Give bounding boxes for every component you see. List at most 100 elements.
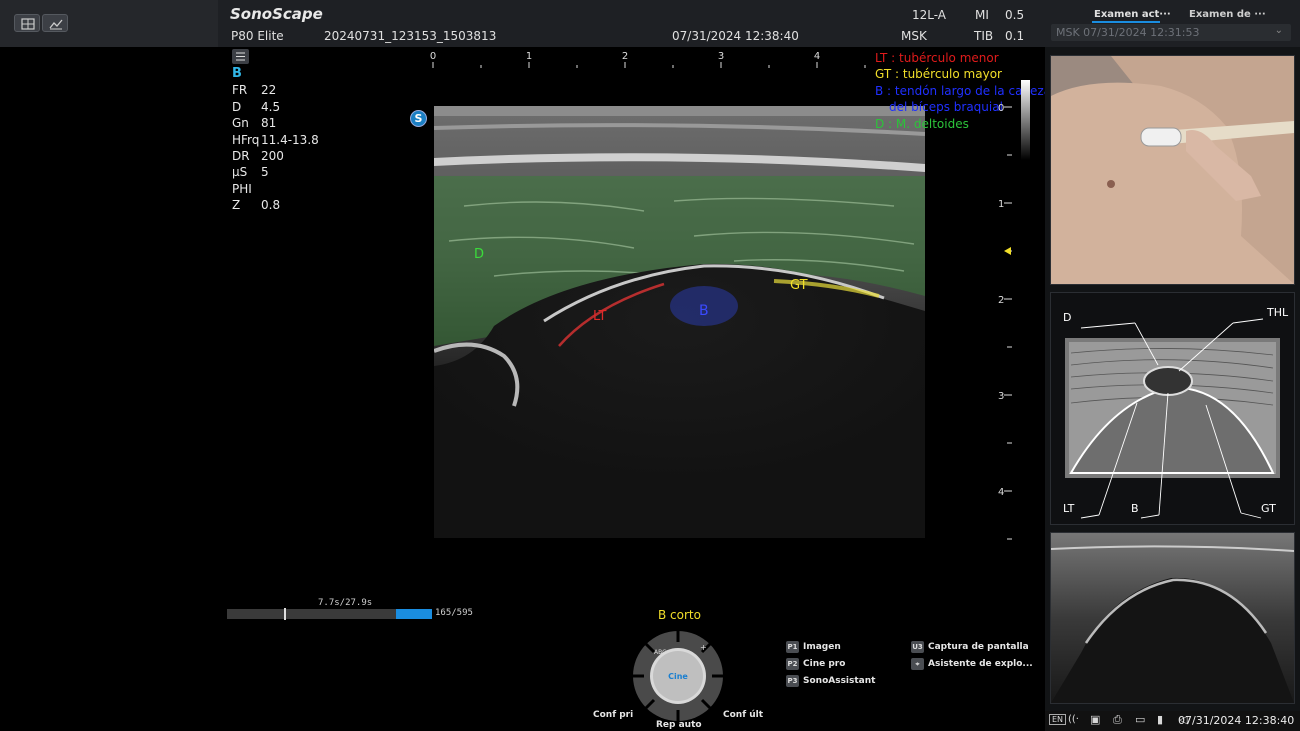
- language-indicator[interactable]: EN: [1049, 714, 1067, 725]
- param-key: µS: [232, 165, 248, 180]
- legend-lt: LT : tubérculo menor: [875, 51, 999, 65]
- exam-select[interactable]: MSK 07/31/2024 12:31:53 ⌄: [1051, 24, 1291, 41]
- shortcut-p1[interactable]: P1 Imagen: [786, 641, 841, 653]
- network-icon: ((·: [1068, 714, 1079, 725]
- label-b: B: [699, 303, 709, 319]
- assistant-icon: ⌖: [911, 658, 924, 670]
- param-row: PHI: [232, 181, 319, 197]
- param-value: 0.8: [261, 198, 281, 213]
- param-row: DR 200: [232, 148, 319, 164]
- shortcut-key: P3: [786, 675, 799, 687]
- hscale-tick-4: 4: [814, 51, 820, 62]
- horizontal-scale: 0 1 2 3 4: [430, 51, 866, 68]
- depth-tick-4: 4: [998, 487, 1004, 498]
- label-d: D: [474, 247, 484, 262]
- shortcut-label: SonoAssistant: [803, 676, 876, 686]
- shortcut-p2[interactable]: P2 Cine pro: [786, 658, 845, 670]
- depth-tick-2: 2: [998, 295, 1004, 306]
- param-row: µS 5: [232, 164, 319, 180]
- layout-icon[interactable]: [14, 14, 40, 32]
- param-key: D: [232, 99, 242, 114]
- cine-playhead[interactable]: [283, 608, 286, 620]
- mode-label: B: [232, 66, 242, 81]
- system-status-bar: EN ((· ▣ ⎙ ▭ ▮ ◁ 07/31/2024 12:38:40: [1045, 711, 1300, 731]
- focus-marker-icon[interactable]: [1004, 247, 1011, 255]
- shortcut-key: U3: [911, 641, 924, 653]
- param-key: HFrq: [232, 132, 260, 147]
- exam-select-value: MSK 07/31/2024 12:31:53: [1056, 26, 1200, 39]
- tab-active-indicator: [1092, 21, 1160, 23]
- shortcut-label: Captura de pantalla: [928, 642, 1029, 652]
- diagram-label-thl: THL: [1266, 306, 1289, 319]
- shortcut-assistant[interactable]: ⌖ Asistente de explo...: [911, 658, 1033, 670]
- diagram-label-gt: GT: [1261, 502, 1276, 515]
- depth-scale: 0 1 2 3 4: [998, 80, 1030, 540]
- param-value: 22: [261, 83, 277, 98]
- param-key: PHI: [232, 181, 252, 196]
- cine-buffer-fill: [396, 609, 432, 619]
- mi-value: 0.5: [1005, 8, 1025, 22]
- wheel-center-label: Cine: [668, 672, 688, 681]
- diagram-label-b: B: [1131, 502, 1139, 515]
- depth-tick-1: 1: [998, 199, 1004, 210]
- shortcut-u3[interactable]: U3 Captura de pantalla: [911, 641, 1029, 653]
- param-key: Z: [232, 198, 241, 213]
- shortcut-label: Cine pro: [803, 659, 846, 669]
- imaging-parameters: B FR 22 D 4.5 Gn 81 HFrq 11.4-13.8 DR 200 µS 5…: [232, 66, 319, 214]
- reference-panel: D THL LT B GT: [1045, 47, 1300, 712]
- probe-name: 12L-A: [912, 8, 947, 22]
- conf-ult-button[interactable]: Conf últ: [723, 710, 763, 720]
- cine-wheel-control[interactable]: Cine ABC +: [632, 630, 724, 722]
- shortcut-key: P1: [786, 641, 799, 653]
- param-row: HFrq 11.4-13.8: [232, 132, 319, 148]
- ultrasound-image[interactable]: D GT LT B: [434, 106, 925, 538]
- cine-progress-bar[interactable]: [227, 608, 432, 620]
- probe-position-photo[interactable]: [1050, 55, 1295, 285]
- exam-tabs-area: Examen act··· Examen de ··· MSK 07/31/20…: [1045, 0, 1300, 47]
- hscale-tick-2: 2: [622, 51, 628, 62]
- scan-header: SonoScape P80 Elite 20240731_123153_1503…: [218, 0, 1045, 47]
- plus-icon: +: [700, 643, 707, 652]
- param-value: 200: [261, 149, 284, 164]
- device-model: P80 Elite: [231, 29, 284, 43]
- mi-label: MI: [975, 8, 989, 22]
- battery-icon: ▮: [1157, 713, 1164, 726]
- shortcut-p3[interactable]: P3 SonoAssistant: [786, 675, 875, 687]
- chevron-down-icon: ⌄: [1274, 25, 1283, 36]
- hscale-tick-1: 1: [526, 51, 532, 62]
- reference-ultrasound[interactable]: [1050, 532, 1295, 704]
- rep-auto-button[interactable]: Rep auto: [656, 720, 702, 730]
- chart-icon[interactable]: [42, 14, 68, 32]
- b-corto-label: B corto: [658, 608, 701, 622]
- tab-previous-exam[interactable]: Examen de ···: [1189, 9, 1266, 20]
- shortcut-key: P2: [786, 658, 799, 670]
- top-toolbar: [0, 0, 218, 47]
- scan-datetime: 07/31/2024 12:38:40: [672, 29, 799, 43]
- param-value: 4.5: [261, 99, 281, 114]
- diagram-label-d: D: [1063, 311, 1071, 324]
- hscale-tick-3: 3: [718, 51, 724, 62]
- diagram-label-lt: LT: [1063, 502, 1075, 515]
- label-lt: LT: [593, 309, 606, 324]
- printer-icon: ⎙: [1113, 713, 1122, 726]
- label-gt: GT: [790, 278, 808, 293]
- storage-icon: ▭: [1135, 713, 1146, 726]
- param-value: 81: [261, 116, 277, 131]
- clock: 07/31/2024 12:38:40: [1178, 714, 1295, 727]
- shortcut-label: Imagen: [803, 642, 841, 652]
- tab-current-exam[interactable]: Examen act···: [1094, 9, 1171, 20]
- conf-pri-button[interactable]: Conf pri: [593, 710, 633, 720]
- shortcut-label: Asistente de explo...: [928, 659, 1033, 669]
- param-value: 5: [261, 165, 269, 180]
- param-row: FR 22: [232, 82, 319, 98]
- param-key: Gn: [232, 116, 249, 131]
- hscale-tick-0: 0: [430, 51, 436, 62]
- monitor-icon: ▣: [1090, 713, 1101, 726]
- param-row: D 4.5: [232, 99, 319, 115]
- anatomy-diagram[interactable]: D THL LT B GT: [1050, 292, 1295, 525]
- tib-value: 0.1: [1005, 29, 1025, 43]
- params-icon[interactable]: [232, 49, 249, 64]
- param-value: 11.4-13.8: [261, 132, 319, 147]
- patient-id: 20240731_123153_1503813: [324, 29, 497, 43]
- cine-time: 7.7s/27.9s: [318, 598, 373, 608]
